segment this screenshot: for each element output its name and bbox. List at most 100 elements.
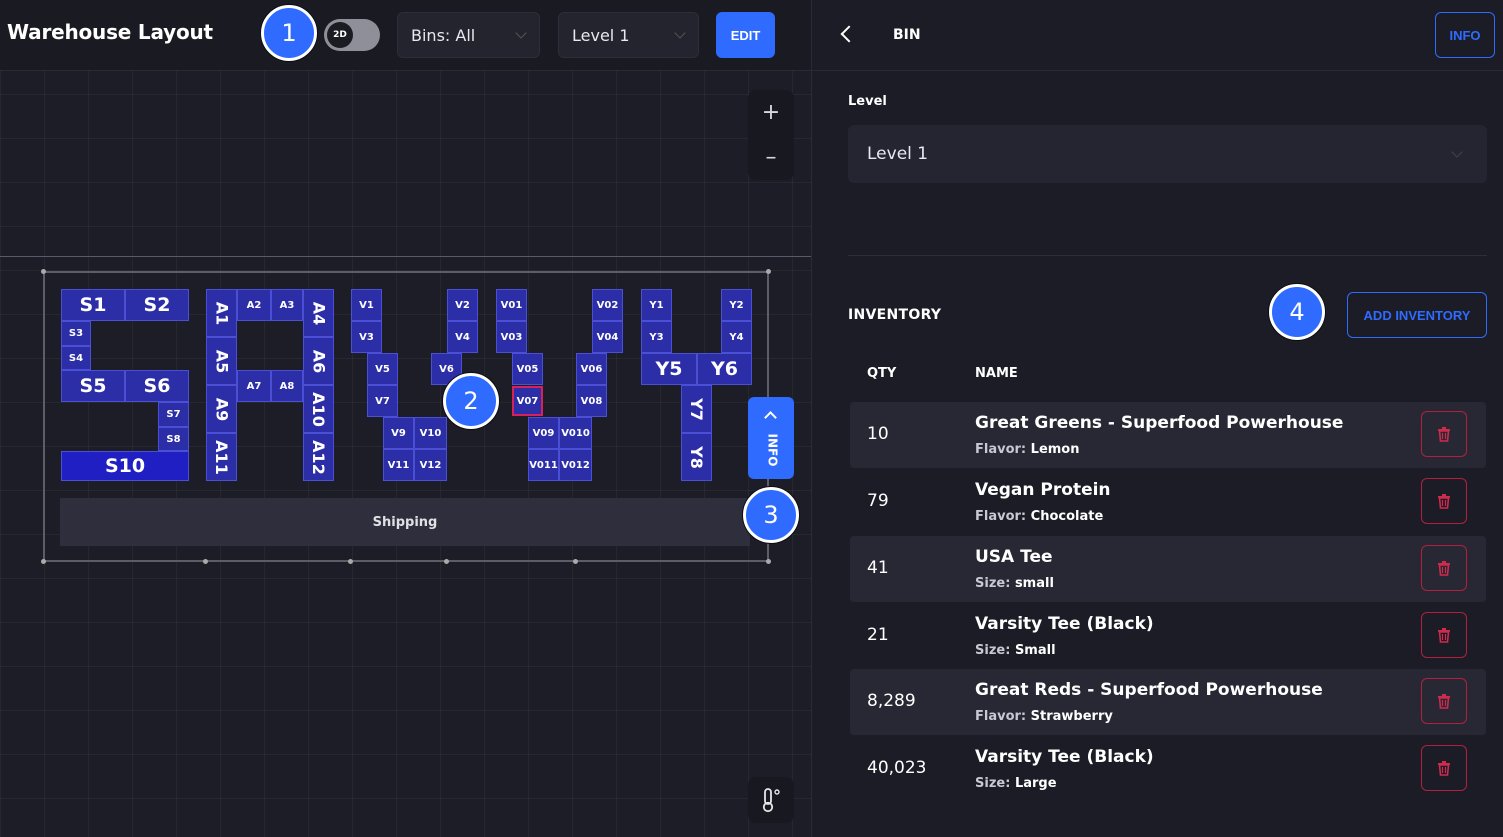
level-select[interactable]: Level 1 [558, 12, 699, 58]
trash-icon [1438, 494, 1450, 509]
attribute-key: Size: [975, 643, 1011, 658]
bin-y3[interactable]: Y3 [641, 321, 672, 353]
bin-s1[interactable]: S1 [61, 289, 125, 321]
bin-s7[interactable]: S7 [158, 402, 189, 427]
info-panel-toggle[interactable]: INFO [748, 397, 794, 479]
add-inventory-button[interactable]: ADD INVENTORY [1347, 292, 1487, 338]
bin-label: A1 [211, 301, 231, 325]
temperature-button[interactable] [748, 777, 794, 823]
inventory-qty: 10 [867, 424, 889, 444]
bin-v11[interactable]: V11 [383, 449, 414, 481]
bin-v4[interactable]: V4 [447, 321, 478, 353]
bin-a9[interactable]: A9 [206, 385, 237, 433]
bin-s4[interactable]: S4 [61, 346, 91, 370]
delete-inventory-button[interactable] [1421, 411, 1467, 457]
bin-v04[interactable]: V04 [592, 321, 623, 353]
bin-a1[interactable]: A1 [206, 289, 237, 337]
bin-y6[interactable]: Y6 [697, 353, 752, 385]
bin-a12[interactable]: A12 [303, 433, 334, 481]
bin-v7[interactable]: V7 [367, 385, 398, 417]
bin-v011[interactable]: V011 [528, 449, 559, 481]
bin-s2[interactable]: S2 [125, 289, 189, 321]
trash-icon [1438, 628, 1450, 643]
chevron-down-icon [1451, 146, 1463, 158]
inventory-row[interactable]: 8,289 Great Reds - Superfood Powerhouse Fl… [850, 669, 1486, 735]
bin-v3[interactable]: V3 [351, 321, 382, 353]
bin-v5[interactable]: V5 [367, 353, 398, 385]
view-mode-toggle[interactable]: 2D [324, 19, 380, 51]
bin-s5[interactable]: S5 [61, 370, 125, 402]
inventory-name: Vegan Protein [975, 480, 1111, 500]
bins-filter-select[interactable]: Bins: All [397, 12, 540, 58]
bin-v01[interactable]: V01 [496, 289, 527, 321]
bin-v03[interactable]: V03 [496, 321, 527, 353]
bin-y7[interactable]: Y7 [681, 385, 712, 433]
bin-y5[interactable]: Y5 [641, 353, 697, 385]
edit-button[interactable]: EDIT [716, 12, 775, 58]
bin-s6[interactable]: S6 [125, 370, 189, 402]
inventory-row[interactable]: 41 USA Tee Size: small [850, 536, 1486, 602]
inventory-row[interactable]: 79 Vegan Protein Flavor: Chocolate [850, 469, 1486, 535]
bin-a5[interactable]: A5 [206, 337, 237, 385]
delete-inventory-button[interactable] [1421, 545, 1467, 591]
inventory-qty: 8,289 [867, 691, 916, 711]
bin-a4[interactable]: A4 [303, 289, 334, 337]
zoom-out-button[interactable]: – [748, 135, 794, 180]
info-button[interactable]: INFO [1435, 12, 1495, 58]
panel-level-select[interactable]: Level 1 [848, 125, 1487, 183]
trash-icon [1438, 561, 1450, 576]
attribute-key: Size: [975, 776, 1011, 791]
bin-a2[interactable]: A2 [237, 289, 271, 321]
bin-y4[interactable]: Y4 [721, 321, 752, 353]
delete-inventory-button[interactable] [1421, 478, 1467, 524]
resize-handle[interactable] [348, 559, 353, 564]
delete-inventory-button[interactable] [1421, 612, 1467, 658]
bin-v08[interactable]: V08 [576, 385, 607, 417]
resize-handle[interactable] [766, 269, 771, 274]
bin-a8[interactable]: A8 [271, 370, 303, 402]
bin-y1[interactable]: Y1 [641, 289, 672, 321]
zoom-controls: + – [748, 90, 794, 180]
bin-v07-selected[interactable]: V07 [512, 386, 543, 416]
bin-a10[interactable]: A10 [303, 385, 334, 433]
bin-s3[interactable]: S3 [61, 321, 91, 346]
bin-label: A12 [309, 439, 328, 475]
shipping-zone[interactable]: Shipping [60, 498, 750, 546]
bin-v1[interactable]: V1 [351, 289, 382, 321]
panel-header: BIN INFO [812, 0, 1503, 71]
resize-handle[interactable] [203, 559, 208, 564]
inventory-name: USA Tee [975, 547, 1053, 567]
bin-v06[interactable]: V06 [576, 353, 607, 385]
bin-v2[interactable]: V2 [447, 289, 478, 321]
bin-v010[interactable]: V010 [559, 417, 592, 449]
delete-inventory-button[interactable] [1421, 745, 1467, 791]
level-field-label: Level [848, 94, 887, 109]
resize-handle[interactable] [41, 269, 46, 274]
bin-a11[interactable]: A11 [206, 433, 237, 481]
bin-v12[interactable]: V12 [414, 449, 447, 481]
delete-inventory-button[interactable] [1421, 678, 1467, 724]
bin-s8[interactable]: S8 [158, 427, 189, 451]
inventory-row[interactable]: 21 Varsity Tee (Black) Size: Small [850, 603, 1486, 669]
bin-v02[interactable]: V02 [592, 289, 623, 321]
inventory-row[interactable]: 40,023 Varsity Tee (Black) Size: Large [850, 736, 1486, 802]
bin-s10[interactable]: S10 [61, 451, 189, 481]
resize-handle[interactable] [766, 559, 771, 564]
bin-y8[interactable]: Y8 [681, 433, 712, 481]
inventory-row[interactable]: 10 Great Greens - Superfood Powerhouse Fla… [850, 402, 1486, 468]
bin-v10[interactable]: V10 [414, 417, 447, 449]
bin-a3[interactable]: A3 [271, 289, 303, 321]
bin-v012[interactable]: V012 [559, 449, 592, 481]
resize-handle[interactable] [573, 559, 578, 564]
bin-y2[interactable]: Y2 [721, 289, 752, 321]
bin-a7[interactable]: A7 [237, 370, 271, 402]
bin-v9[interactable]: V9 [383, 417, 414, 449]
resize-handle[interactable] [444, 559, 449, 564]
panel-title: BIN [893, 27, 921, 43]
bin-v05[interactable]: V05 [512, 353, 543, 385]
zoom-in-button[interactable]: + [748, 90, 794, 135]
resize-handle[interactable] [41, 559, 46, 564]
bin-a6[interactable]: A6 [303, 337, 334, 385]
bin-v09[interactable]: V09 [528, 417, 559, 449]
chevron-left-icon[interactable] [840, 25, 858, 43]
